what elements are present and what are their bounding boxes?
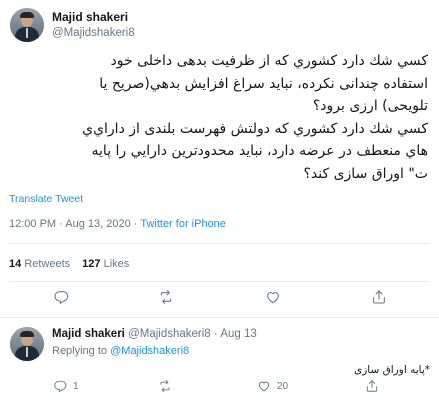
reply-date[interactable]: Aug 13: [220, 328, 256, 340]
reply-author-name[interactable]: Majid shakeri: [52, 328, 125, 340]
tweet-text-line: هاي منعطف در عرضه دارد، نبايد محدودترين …: [91, 143, 428, 159]
tweet-text-line: استفاده چندانی نکرده، نبايد سراغ افزايش …: [99, 75, 428, 92]
avatar[interactable]: [10, 8, 44, 42]
replying-to-mention[interactable]: @Majidshakeri8: [110, 345, 189, 357]
reply-icon: [54, 380, 67, 393]
tweet-actions: [0, 287, 439, 311]
retweet-button[interactable]: [158, 287, 174, 307]
reply-button[interactable]: [53, 287, 69, 307]
tweet-text-line: کسي شك دارد کشوري که از ظرفيت بدهی داخلی…: [110, 53, 428, 69]
reply-text: *پايه اوراق سازی: [353, 364, 430, 376]
tweet-stats: 14 Retweets 127 Likes: [9, 258, 129, 270]
reply-actions: 1 20: [0, 376, 439, 396]
reply-header: Majid shakeri @Majidshakeri8 · Aug 13: [52, 328, 257, 340]
tweet-source[interactable]: Twitter for iPhone: [140, 218, 226, 230]
meta-separator: ·: [213, 328, 218, 340]
tweet-text-line: ت" اوراق سازی کند؟: [303, 165, 428, 182]
replying-to: Replying to @Majidshakeri8: [52, 345, 189, 357]
divider: [9, 281, 430, 282]
tweet-text: کسي شك دارد کشوري که از ظرفيت بدهی داخلی…: [10, 50, 428, 185]
share-button[interactable]: [365, 376, 379, 396]
tweet-date[interactable]: Aug 13, 2020: [65, 218, 130, 230]
retweets-stat[interactable]: 14 Retweets: [9, 258, 70, 270]
tweet-text-line: کسي شك دارد کشوري که دولتش فهرست بلندی ا…: [82, 120, 428, 137]
reply-icon: [54, 291, 69, 304]
retweet-icon: [160, 290, 172, 304]
translate-tweet-link[interactable]: Translate Tweet: [9, 193, 83, 205]
retweet-icon: [160, 379, 170, 393]
author-name[interactable]: Majid shakeri: [52, 10, 128, 24]
retweets-label: Retweets: [24, 258, 71, 270]
like-button[interactable]: [265, 287, 281, 307]
likes-count: 127: [82, 258, 101, 270]
like-button[interactable]: 20: [257, 376, 288, 396]
divider: [9, 243, 430, 244]
tweet-time[interactable]: 12:00 PM: [9, 218, 56, 230]
likes-stat[interactable]: 127 Likes: [82, 258, 129, 270]
likes-label: Likes: [103, 258, 130, 270]
avatar[interactable]: [10, 327, 44, 361]
main-tweet: Majid shakeri @Majidshakeri8 کسي شك دارد…: [0, 0, 439, 318]
share-icon: [373, 290, 385, 304]
retweet-button[interactable]: [158, 376, 178, 396]
heart-icon: [258, 381, 270, 392]
reply-button[interactable]: 1: [53, 376, 79, 396]
author-handle[interactable]: @Majidshakeri8: [52, 27, 135, 39]
reply-count: 1: [73, 380, 79, 392]
share-button[interactable]: [371, 287, 387, 307]
replying-to-label: Replying to: [52, 345, 108, 357]
heart-icon: [267, 292, 279, 304]
tweet-meta: 12:00 PM · Aug 13, 2020 · Twitter for iP…: [9, 218, 226, 230]
reply-author-handle[interactable]: @Majidshakeri8: [128, 328, 211, 340]
retweets-count: 14: [9, 258, 22, 270]
share-icon: [366, 380, 378, 392]
like-count: 20: [277, 380, 289, 392]
tweet-text-line: تلويحی) ارزی برود؟: [312, 98, 428, 114]
